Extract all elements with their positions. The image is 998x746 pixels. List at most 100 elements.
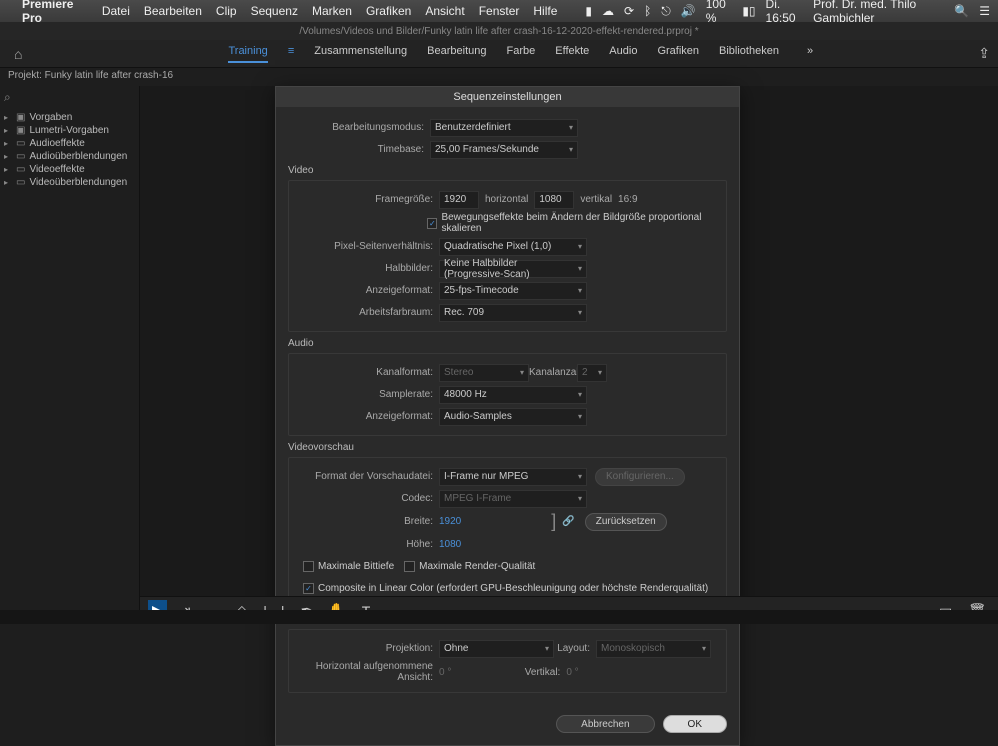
tree-videoeffekte[interactable]: ▸▭Videoeffekte [4, 163, 135, 176]
tab-effekte[interactable]: Effekte [555, 45, 589, 63]
volume-icon[interactable]: 🔊 [681, 4, 696, 18]
edit-mode-label: Bearbeitungsmodus: [288, 122, 430, 133]
tree-audioueberbl[interactable]: ▸▭Audioüberblendungen [4, 150, 135, 163]
preview-height-label: Höhe: [297, 539, 439, 550]
vertical-view-value: 0 ° [566, 667, 578, 678]
horizontal-view-label: Horizontal aufgenommene Ansicht: [297, 661, 439, 683]
channel-format-label: Kanalformat: [297, 367, 439, 378]
battery-text: 100 % [706, 0, 733, 25]
audio-header: Audio [288, 338, 727, 349]
fields-label: Halbbilder: [297, 263, 439, 274]
menu-marken[interactable]: Marken [312, 4, 352, 18]
frame-height-input[interactable] [534, 191, 574, 209]
link-icon[interactable]: 🔗 [562, 516, 574, 527]
timebase-select[interactable]: 25,00 Frames/Sekunde▾ [430, 141, 578, 159]
composite-linear-label: Composite in Linear Color (erfordert GPU… [318, 583, 708, 594]
vertical-view-label: Vertikal: [451, 667, 566, 678]
dialog-title: Sequenzeinstellungen [276, 87, 739, 107]
framesize-label: Framegröße: [297, 194, 439, 205]
share-icon[interactable]: ⇪ [978, 45, 990, 62]
macos-menubar: Premiere Pro Datei Bearbeiten Clip Seque… [0, 0, 998, 22]
projection-label: Projektion: [297, 643, 439, 654]
cc-icon[interactable]: ☁ [602, 4, 614, 18]
layout-select: Monoskopisch▾ [596, 640, 711, 658]
effects-tree: ▸▣Vorgaben ▸▣Lumetri-Vorgaben ▸▭Audioeff… [0, 109, 139, 191]
tab-bearbeitung[interactable]: Bearbeitung [427, 45, 486, 63]
reset-button[interactable]: Zurücksetzen [585, 513, 667, 531]
display-format-label: Anzeigeformat: [297, 285, 439, 296]
video-header: Video [288, 165, 727, 176]
preview-file-label: Format der Vorschaudatei: [297, 471, 439, 482]
menu-bearbeiten[interactable]: Bearbeiten [144, 4, 202, 18]
menu-hilfe[interactable]: Hilfe [533, 4, 557, 18]
user-name[interactable]: Prof. Dr. med. Thilo Gambichler [813, 0, 944, 25]
max-depth-label: Maximale Bittiefe [318, 561, 394, 572]
composite-linear-checkbox[interactable] [303, 583, 314, 594]
search-icon[interactable]: ⌕ [4, 90, 11, 105]
menu-clip[interactable]: Clip [216, 4, 237, 18]
timebase-label: Timebase: [288, 144, 430, 155]
max-quality-label: Maximale Render-Qualität [419, 561, 535, 572]
clock[interactable]: Di. 16:50 [766, 0, 804, 25]
tab-training[interactable]: Training [228, 45, 267, 63]
display-format-select[interactable]: 25-fps-Timecode▾ [439, 282, 587, 300]
effects-panel: ⌕ ▸▣Vorgaben ▸▣Lumetri-Vorgaben ▸▭Audioe… [0, 86, 140, 624]
channel-format-select: Stereo▾ [439, 364, 529, 382]
projection-select[interactable]: Ohne▾ [439, 640, 554, 658]
menu-datei[interactable]: Datei [102, 4, 130, 18]
workspace-color-label: Arbeitsfarbraum: [297, 307, 439, 318]
scale-motion-checkbox[interactable] [427, 218, 437, 229]
app-name[interactable]: Premiere Pro [22, 0, 88, 25]
menu-fenster[interactable]: Fenster [479, 4, 520, 18]
audio-display-label: Anzeigeformat: [297, 411, 439, 422]
max-quality-checkbox[interactable] [404, 561, 415, 572]
preview-width-value[interactable]: 1920 [439, 516, 461, 527]
sync-icon[interactable]: ⟳ [624, 4, 634, 18]
tab-bibliotheken[interactable]: Bibliotheken [719, 45, 779, 63]
aspect-label: 16:9 [618, 194, 637, 205]
wifi-icon[interactable]: ⎋ [661, 4, 671, 19]
tree-vorgaben[interactable]: ▸▣Vorgaben [4, 111, 135, 124]
preview-header: Videovorschau [288, 442, 727, 453]
status-bar [0, 610, 998, 624]
tree-lumetri[interactable]: ▸▣Lumetri-Vorgaben [4, 124, 135, 137]
configure-button: Konfigurieren... [595, 468, 685, 486]
samplerate-select[interactable]: 48000 Hz▾ [439, 386, 587, 404]
project-label: Projekt: Funky latin life after crash-16 [0, 68, 998, 86]
tabs-overflow-icon[interactable]: » [807, 45, 813, 63]
scale-motion-label: Bewegungseffekte beim Ändern der Bildgrö… [441, 212, 718, 234]
fields-select[interactable]: Keine Halbbilder (Progressive-Scan)▾ [439, 260, 587, 278]
tab-audio[interactable]: Audio [609, 45, 637, 63]
frame-width-input[interactable] [439, 191, 479, 209]
cancel-button[interactable]: Abbrechen [556, 715, 654, 733]
edit-mode-select[interactable]: Benutzerdefiniert▾ [430, 119, 578, 137]
link-bracket-icon: ] [551, 511, 556, 532]
bluetooth-icon[interactable]: ᛒ [644, 4, 651, 18]
vertical-label: vertikal [580, 194, 612, 205]
workspace-tabs-row: ⌂ Training ≡ Zusammenstellung Bearbeitun… [0, 40, 998, 68]
preview-height-value[interactable]: 1080 [439, 539, 461, 550]
tab-zusammenstellung[interactable]: Zusammenstellung [314, 45, 407, 63]
spotlight-icon[interactable]: 🔍 [954, 4, 969, 18]
workspace-color-select[interactable]: Rec. 709▾ [439, 304, 587, 322]
audio-display-select[interactable]: Audio-Samples▾ [439, 408, 587, 426]
menu-ansicht[interactable]: Ansicht [425, 4, 464, 18]
tab-farbe[interactable]: Farbe [507, 45, 536, 63]
control-center-icon[interactable]: ☰ [979, 4, 990, 18]
tree-videoueberbl[interactable]: ▸▭Videoüberblendungen [4, 176, 135, 189]
folder-icon[interactable]: ▮ [585, 4, 592, 18]
tree-audioeffekte[interactable]: ▸▭Audioeffekte [4, 137, 135, 150]
pixel-aspect-label: Pixel-Seitenverhältnis: [297, 241, 439, 252]
samplerate-label: Samplerate: [297, 389, 439, 400]
home-icon[interactable]: ⌂ [8, 46, 28, 62]
menu-sequenz[interactable]: Sequenz [251, 4, 298, 18]
menu-grafiken[interactable]: Grafiken [366, 4, 411, 18]
tab-menu-icon[interactable]: ≡ [288, 45, 294, 63]
tab-grafiken[interactable]: Grafiken [657, 45, 699, 63]
horizontal-view-value: 0 ° [439, 667, 451, 678]
ok-button[interactable]: OK [663, 715, 727, 733]
layout-label: Layout: [554, 643, 596, 654]
pixel-aspect-select[interactable]: Quadratische Pixel (1,0)▾ [439, 238, 587, 256]
max-depth-checkbox[interactable] [303, 561, 314, 572]
preview-file-select[interactable]: I-Frame nur MPEG▾ [439, 468, 587, 486]
